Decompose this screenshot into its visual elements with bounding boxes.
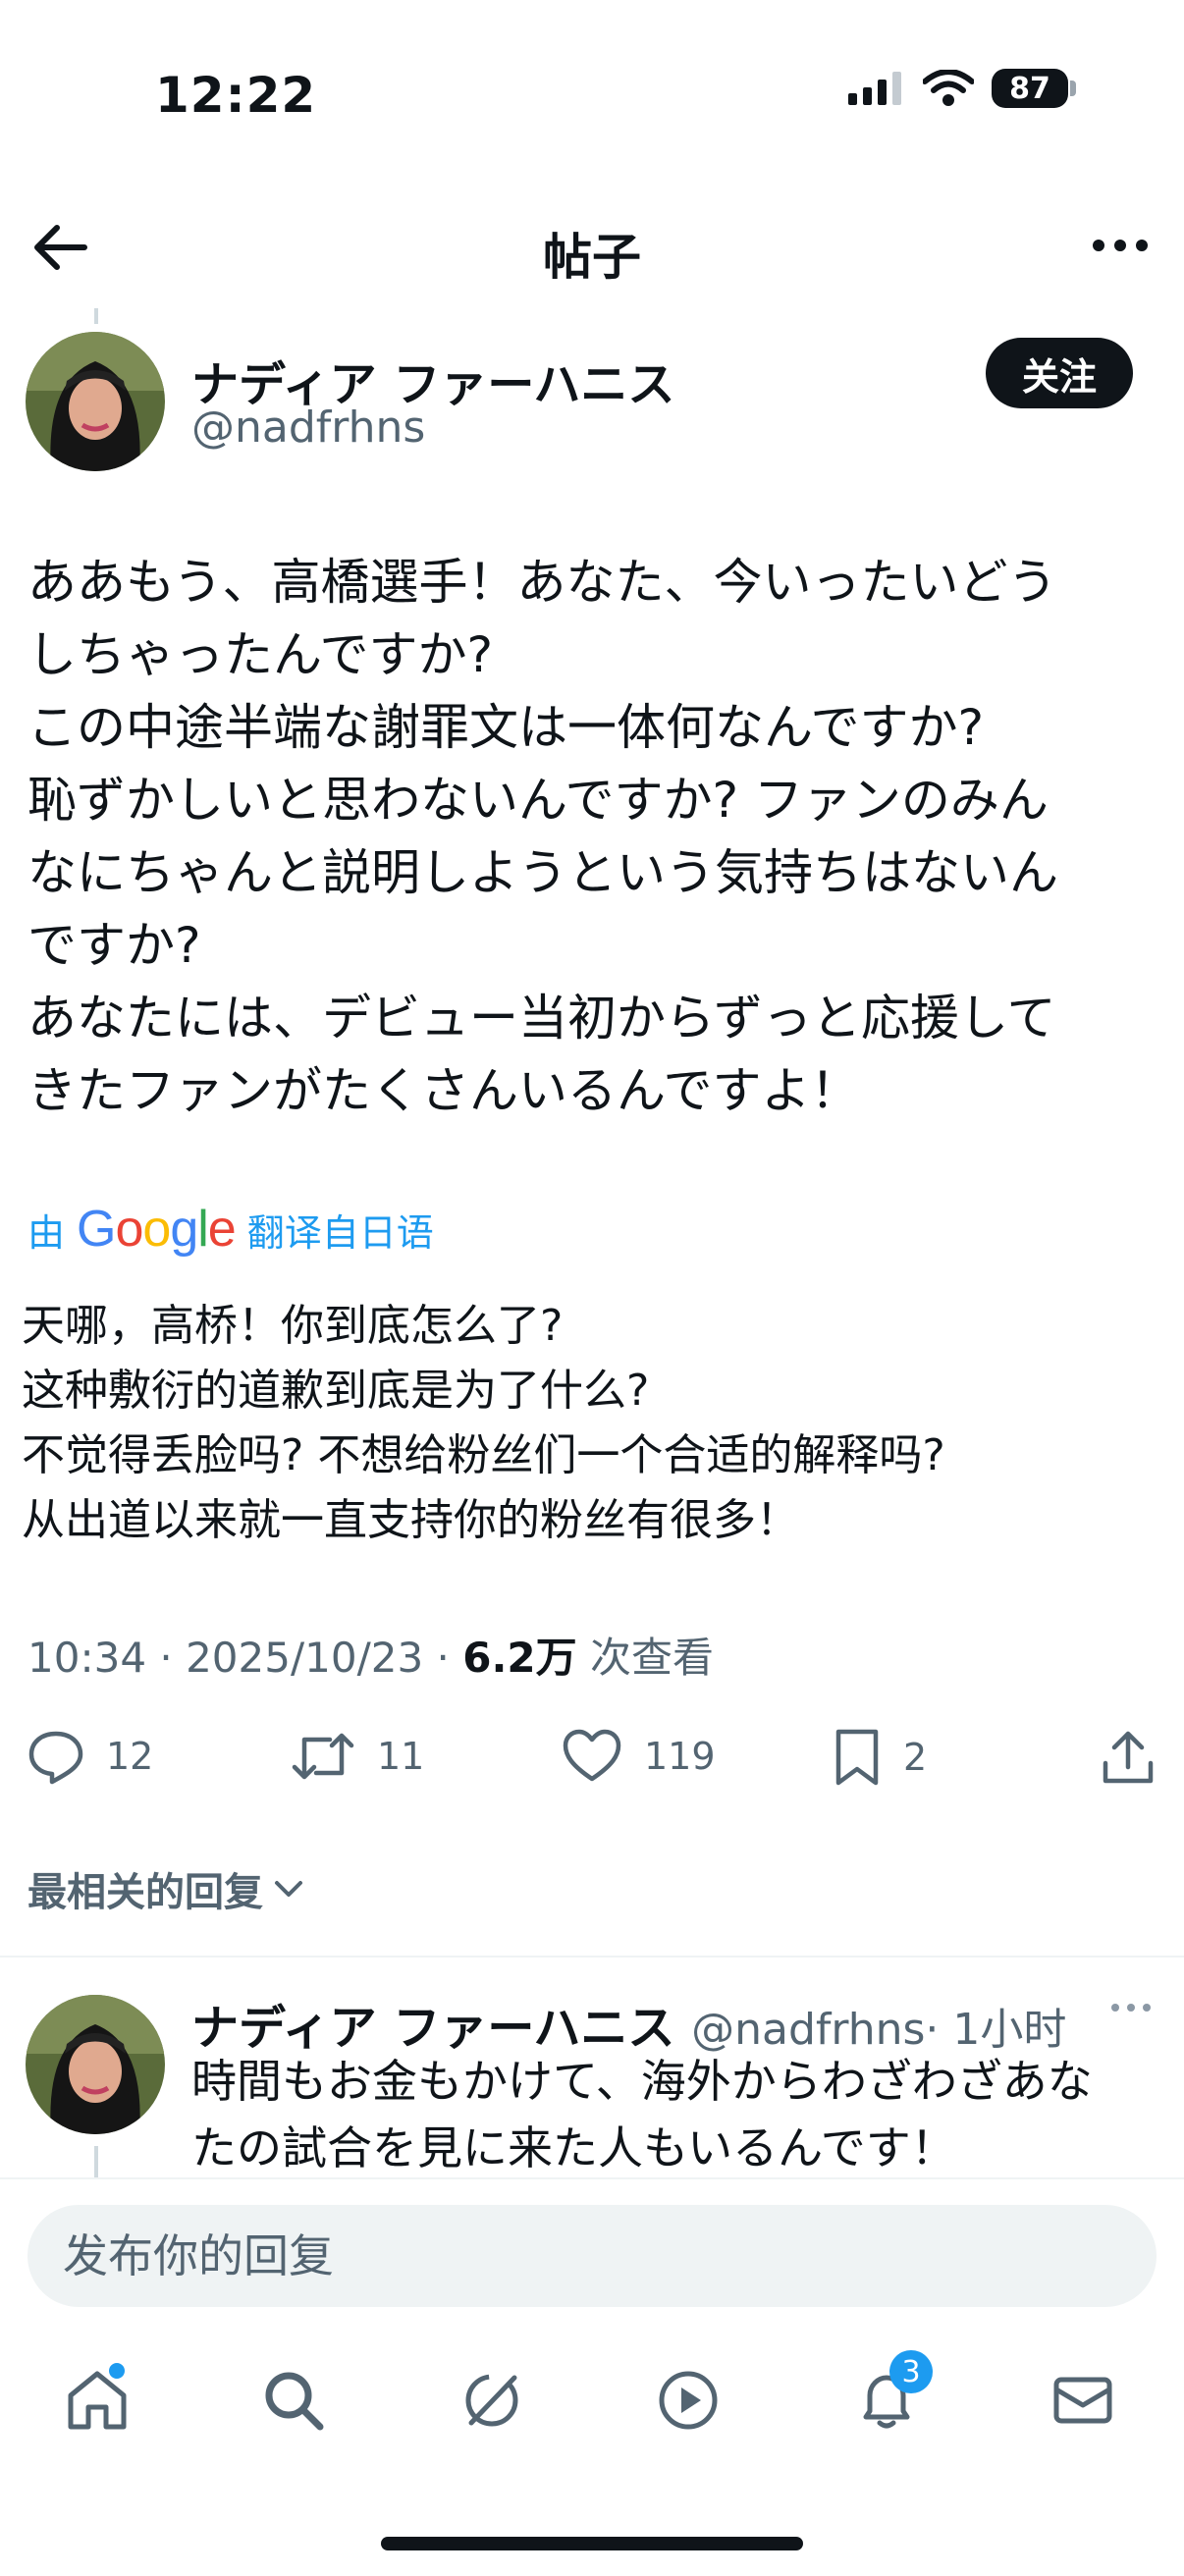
post-actions: 12 11 119 2 bbox=[27, 1728, 1157, 1797]
bookmark-count: 2 bbox=[903, 1736, 928, 1779]
more-dots-icon bbox=[1111, 2004, 1151, 2012]
translation-prefix: 由 bbox=[27, 1210, 66, 1255]
status-time: 12:22 bbox=[155, 67, 317, 124]
thread-connector bbox=[94, 308, 98, 324]
post-timestamp: 10:34 · 2025/10/23 · bbox=[27, 1634, 463, 1682]
battery-cap bbox=[1070, 80, 1076, 96]
avatar-image bbox=[26, 1995, 165, 2134]
translated-text: 天哪，高桥！你到底怎么了? 这种敷衍的道歉到底是为了什么? 不觉得丢脸吗? 不想… bbox=[22, 1301, 945, 1545]
tab-grok[interactable] bbox=[448, 2356, 536, 2444]
more-options-button[interactable] bbox=[1086, 221, 1155, 270]
status-icons: 87 bbox=[848, 69, 1076, 108]
mail-icon bbox=[1053, 2377, 1112, 2424]
tab-messages[interactable] bbox=[1039, 2356, 1127, 2444]
tab-bar: 3 bbox=[0, 2350, 1184, 2444]
grok-icon bbox=[465, 2374, 518, 2427]
repost-count: 11 bbox=[377, 1735, 425, 1778]
battery-indicator: 87 bbox=[992, 69, 1076, 108]
post-text: ああもう、高橋選手！あなた、今いったいどう しちゃったんですか? この中途半端な… bbox=[27, 554, 1058, 1119]
wifi-icon bbox=[923, 70, 974, 106]
translation-attribution[interactable]: 由 Google 翻译自日语 bbox=[27, 1200, 434, 1259]
reply-count: 12 bbox=[106, 1735, 154, 1778]
sort-label: 最相关的回复 bbox=[27, 1870, 263, 1915]
home-indicator bbox=[381, 2537, 803, 2550]
reply-text: 時間もお金もかけて、海外からわざわざあな たの試合を見に来た人もいるんです！ bbox=[191, 2055, 1093, 2174]
replies-divider bbox=[0, 1956, 1184, 1958]
reply-icon bbox=[28, 1731, 83, 1785]
reply-action[interactable]: 12 bbox=[27, 1728, 153, 1785]
bookmark-action[interactable]: 2 bbox=[833, 1728, 927, 1787]
bookmark-icon bbox=[835, 1729, 879, 1786]
reply-author-avatar[interactable] bbox=[26, 1995, 165, 2134]
play-icon bbox=[659, 2371, 718, 2430]
battery-level: 87 bbox=[992, 69, 1068, 108]
notifications-badge: 3 bbox=[889, 2350, 933, 2393]
views-count: 6.2万 bbox=[462, 1634, 577, 1682]
like-action[interactable]: 119 bbox=[562, 1728, 716, 1785]
follow-button[interactable]: 关注 bbox=[986, 338, 1133, 408]
views-label: 次查看 bbox=[576, 1634, 714, 1682]
translation-suffix: 翻译自日语 bbox=[246, 1210, 434, 1255]
reply-sort-selector[interactable]: 最相关的回复 bbox=[27, 1860, 306, 1917]
more-dots-icon bbox=[1093, 240, 1148, 251]
post-metadata: 10:34 · 2025/10/23 · 6.2万 次查看 bbox=[27, 1625, 714, 1685]
share-icon bbox=[1103, 1731, 1154, 1784]
search-icon bbox=[265, 2372, 324, 2431]
like-count: 119 bbox=[644, 1735, 716, 1778]
share-action[interactable] bbox=[1100, 1728, 1157, 1787]
tab-notifications[interactable]: 3 bbox=[842, 2350, 933, 2444]
reply-input[interactable] bbox=[27, 2205, 1157, 2307]
tab-video[interactable] bbox=[644, 2356, 732, 2444]
heart-icon bbox=[563, 1729, 621, 1782]
page-title: 帖子 bbox=[543, 229, 641, 286]
google-logo: Google bbox=[77, 1201, 237, 1258]
tab-search[interactable] bbox=[249, 2356, 338, 2444]
repost-icon bbox=[292, 1733, 354, 1780]
chevron-down-icon bbox=[275, 1881, 302, 1897]
repost-action[interactable]: 11 bbox=[291, 1728, 424, 1785]
author-handle[interactable]: @nadfrhns bbox=[191, 402, 425, 453]
tab-home[interactable] bbox=[53, 2356, 141, 2444]
author-avatar[interactable] bbox=[26, 332, 165, 471]
cellular-signal-icon bbox=[848, 72, 901, 105]
reply-more-button[interactable] bbox=[1107, 1993, 1155, 2026]
home-new-indicator bbox=[106, 2360, 128, 2382]
avatar-image bbox=[26, 332, 165, 471]
